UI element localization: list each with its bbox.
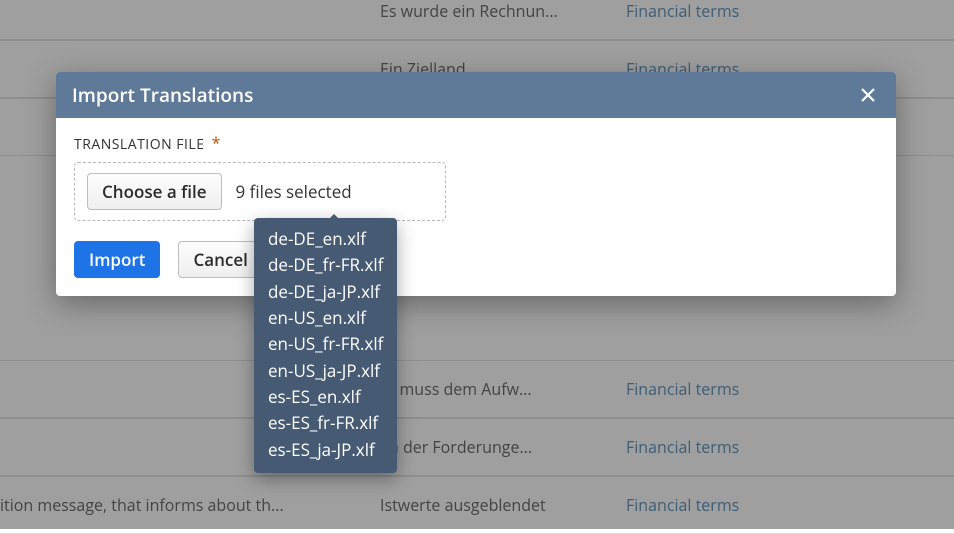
tooltip-file-item: es-ES_fr-FR.xlf: [268, 410, 383, 436]
tooltip-file-item: de-DE_ja-JP.xlf: [268, 279, 383, 305]
tooltip-file-item: de-DE_fr-FR.xlf: [268, 252, 383, 278]
required-indicator: *: [212, 132, 221, 154]
file-dropzone[interactable]: Choose a file 9 files selected: [74, 162, 446, 221]
tooltip-file-item: en-US_en.xlf: [268, 305, 383, 331]
choose-file-button[interactable]: Choose a file: [87, 173, 222, 210]
import-translations-dialog: Import Translations TRANSLATION FILE * C…: [56, 72, 896, 296]
import-button[interactable]: Import: [74, 241, 160, 278]
cancel-button[interactable]: Cancel: [178, 241, 262, 278]
close-icon[interactable]: [856, 83, 880, 107]
tooltip-file-item: de-DE_en.xlf: [268, 226, 383, 252]
tooltip-file-item: en-US_ja-JP.xlf: [268, 358, 383, 384]
dialog-footer: Import Cancel: [56, 241, 896, 296]
file-selected-status: 9 files selected: [236, 180, 352, 203]
tooltip-file-item: es-ES_en.xlf: [268, 384, 383, 410]
file-list-tooltip: de-DE_en.xlfde-DE_fr-FR.xlfde-DE_ja-JP.x…: [254, 218, 397, 473]
translation-file-label: TRANSLATION FILE: [74, 135, 205, 154]
dialog-header: Import Translations: [56, 72, 896, 118]
dialog-body: TRANSLATION FILE * Choose a file 9 files…: [56, 118, 896, 241]
field-label-row: TRANSLATION FILE *: [74, 132, 878, 154]
tooltip-file-item: en-US_fr-FR.xlf: [268, 331, 383, 357]
tooltip-file-item: es-ES_ja-JP.xlf: [268, 437, 383, 463]
dialog-title: Import Translations: [72, 82, 253, 108]
